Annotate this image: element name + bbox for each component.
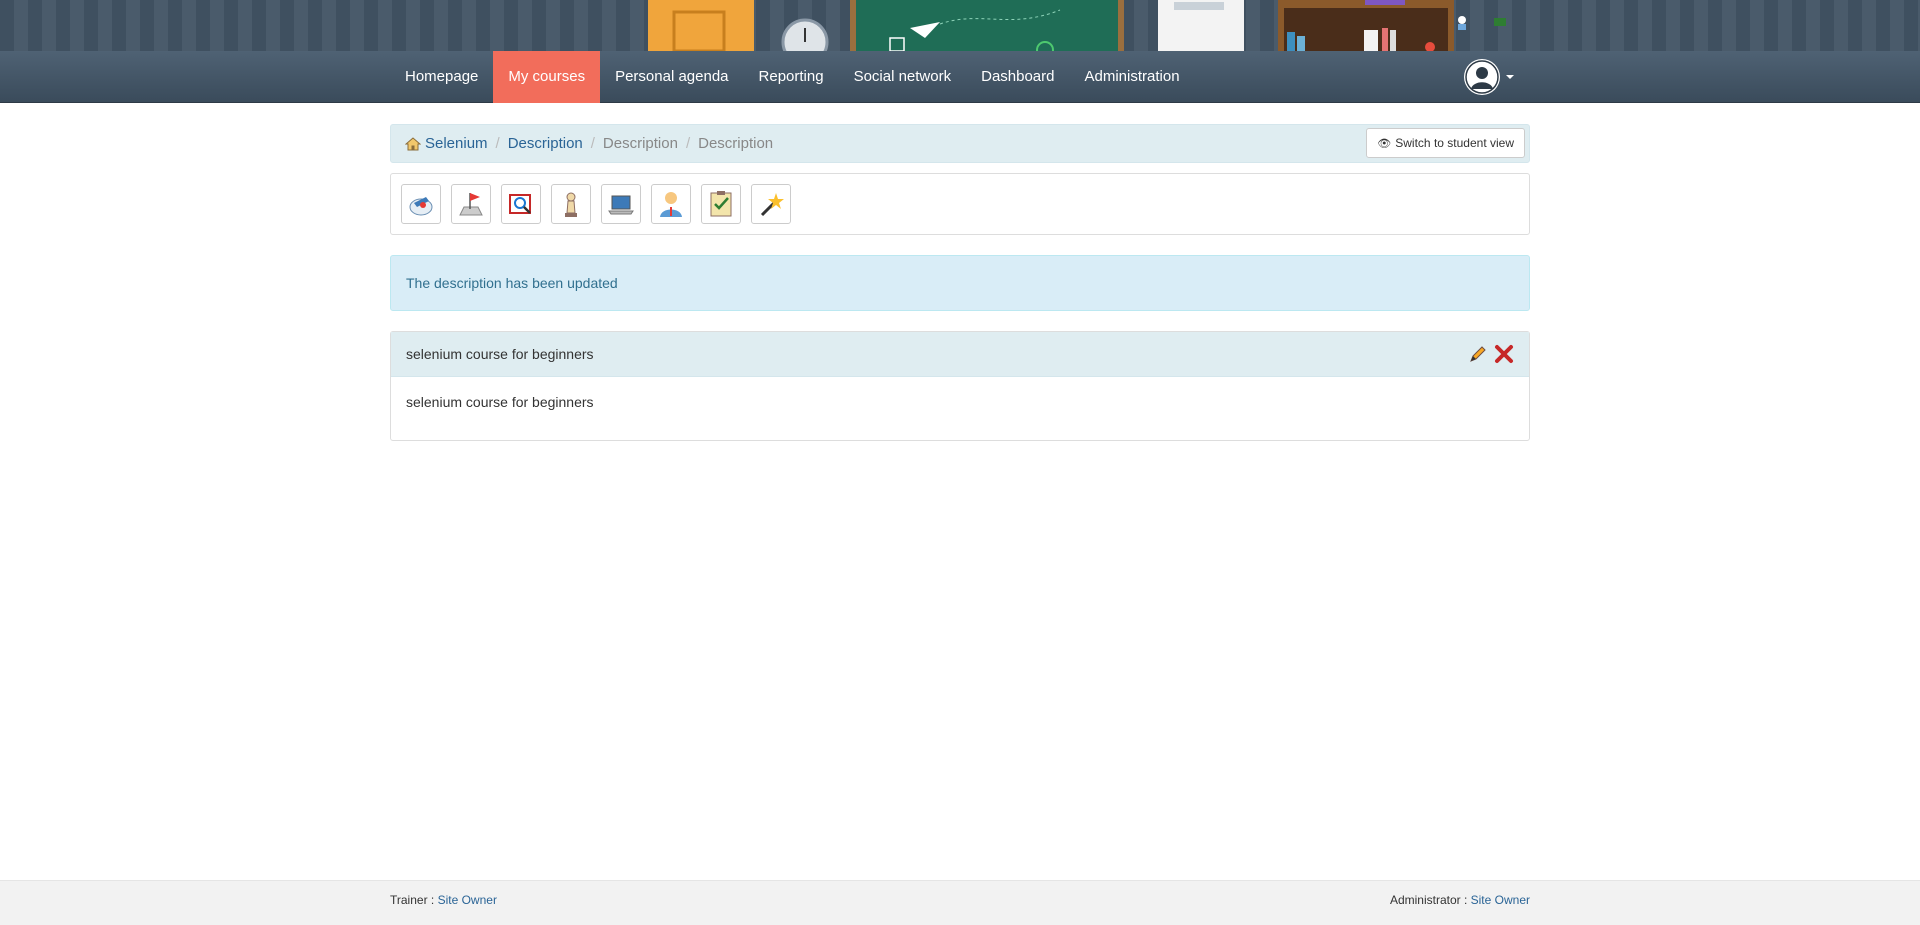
nav-item-personal-agenda[interactable]: Personal agenda	[600, 51, 743, 103]
chevron-down-icon	[1506, 75, 1514, 79]
nav-item-dashboard[interactable]: Dashboard	[966, 51, 1069, 103]
footer-administrator: Administrator : Site Owner	[1390, 893, 1530, 907]
user-icon	[660, 192, 682, 217]
avatar	[1464, 59, 1500, 95]
glossary-button[interactable]	[501, 184, 541, 224]
user-avatar-icon	[1465, 60, 1499, 94]
eye-icon: 👁	[1377, 137, 1392, 150]
course-description-icon	[409, 197, 433, 216]
nav-item-administration[interactable]: Administration	[1070, 51, 1195, 103]
nav-item-homepage[interactable]: Homepage	[390, 51, 493, 103]
switch-to-student-view-button[interactable]: 👁 Switch to student view	[1366, 128, 1525, 158]
user-menu-toggle[interactable]	[1464, 59, 1514, 95]
checklist-button[interactable]	[701, 184, 741, 224]
footer: Trainer : Site Owner Administrator : Sit…	[0, 880, 1920, 925]
course-progress-button[interactable]	[451, 184, 491, 224]
breadcrumb-separator: /	[685, 135, 691, 152]
breadcrumb-selenium[interactable]: Selenium	[425, 135, 488, 152]
nav-item-reporting[interactable]: Reporting	[744, 51, 839, 103]
chess-piece-button[interactable]	[551, 184, 591, 224]
course-description-button[interactable]	[401, 184, 441, 224]
footer-trainer: Trainer : Site Owner	[390, 893, 497, 907]
edit-button[interactable]	[1468, 344, 1488, 364]
panel-body: selenium course for beginners	[406, 394, 594, 410]
chess-piece-icon	[565, 192, 577, 217]
breadcrumb-separator: /	[495, 135, 500, 152]
administrator-name-link[interactable]: Site Owner	[1471, 893, 1530, 907]
checklist-icon	[710, 191, 732, 217]
nav-item-my-courses[interactable]: My courses	[493, 51, 601, 103]
trainer-label: Trainer :	[390, 893, 435, 907]
nav-item-social-network[interactable]: Social network	[839, 51, 967, 103]
panel-header: selenium course for beginners	[391, 332, 1529, 377]
delete-button[interactable]	[1494, 344, 1514, 364]
main-navbar: Homepage My courses Personal agenda Repo…	[0, 51, 1920, 103]
glossary-icon	[509, 194, 531, 214]
nav-menu: Homepage My courses Personal agenda Repo…	[390, 51, 1195, 103]
home-icon[interactable]	[405, 136, 421, 151]
breadcrumb-description-link[interactable]: Description	[508, 135, 583, 152]
administrator-label: Administrator :	[1389, 893, 1468, 907]
trainer-name-link[interactable]: Site Owner	[438, 893, 497, 907]
magic-wand-icon	[760, 193, 784, 217]
alert-message: The description has been updated	[406, 275, 618, 291]
user-button[interactable]	[651, 184, 691, 224]
breadcrumb-description-current: Description	[698, 135, 774, 152]
pencil-icon	[1470, 346, 1486, 362]
breadcrumb-description: Description	[602, 135, 678, 152]
breadcrumb: Selenium / Description / Description / D…	[390, 124, 1530, 163]
header-banner	[0, 0, 1920, 51]
panel-actions	[1468, 344, 1514, 364]
course-progress-icon	[459, 193, 483, 216]
laptop-button[interactable]	[601, 184, 641, 224]
course-tools-toolbar	[390, 173, 1530, 235]
success-alert: The description has been updated	[390, 255, 1530, 311]
description-panel: selenium course for beginners selenium c…	[390, 331, 1530, 441]
laptop-icon	[608, 195, 634, 215]
magic-wand-button[interactable]	[751, 184, 791, 224]
switch-to-student-view-label: Switch to student view	[1395, 136, 1514, 150]
breadcrumb-separator: /	[590, 135, 595, 152]
delete-x-icon	[1495, 345, 1513, 363]
panel-title: selenium course for beginners	[406, 346, 594, 362]
banner-illustration	[648, 0, 1506, 51]
